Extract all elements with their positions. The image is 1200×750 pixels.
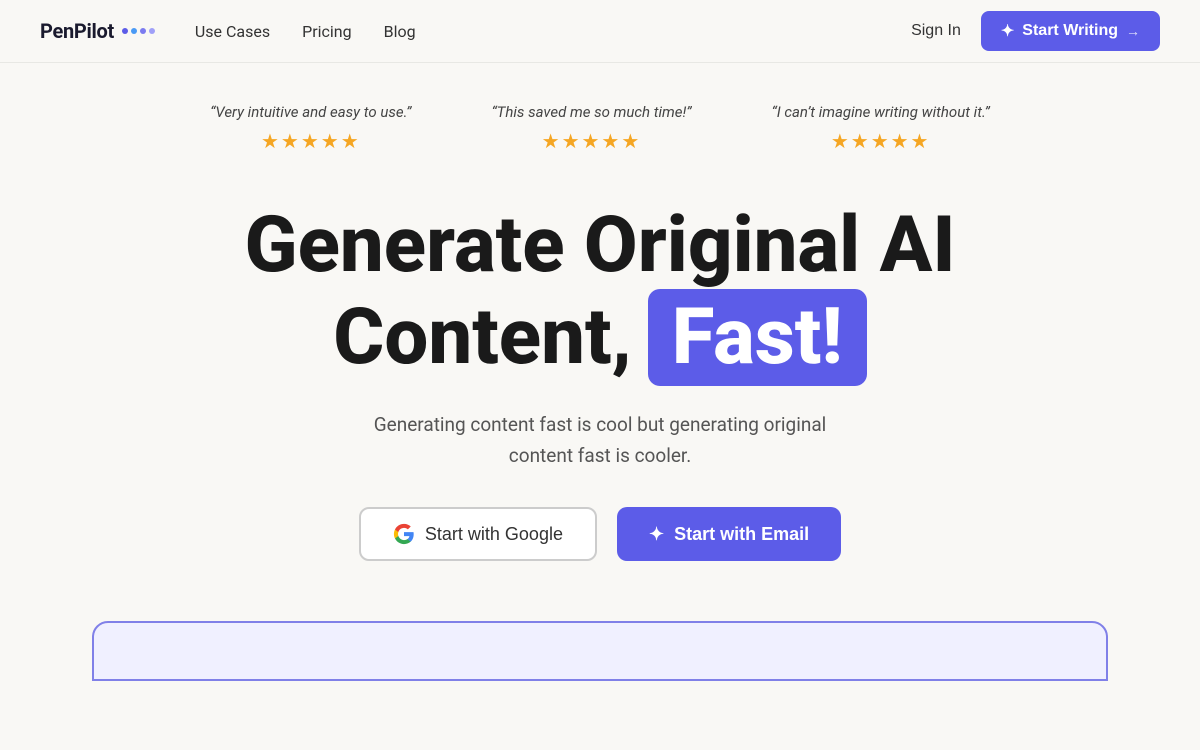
logo-dots — [122, 28, 155, 34]
google-btn-label: Start with Google — [425, 524, 563, 545]
nav-item-use-cases[interactable]: Use Cases — [195, 22, 270, 41]
google-icon — [393, 523, 415, 545]
logo-dot-2 — [131, 28, 137, 34]
spark-icon: ✦ — [1001, 21, 1014, 41]
preview-container — [92, 621, 1108, 681]
start-with-google-button[interactable]: Start with Google — [359, 507, 597, 561]
testimonial-1-stars: ★★★★★ — [210, 129, 411, 153]
cta-buttons: Start with Google ✦ Start with Email — [80, 507, 1120, 561]
testimonial-2-stars: ★★★★★ — [491, 129, 691, 153]
hero-title: Generate Original AI Content, Fast! — [80, 203, 1120, 386]
arrow-icon: → — [1126, 23, 1140, 39]
navbar: PenPilot Use Cases Pricing Blog Sign In … — [0, 0, 1200, 63]
start-writing-button[interactable]: ✦ Start Writing → — [981, 11, 1160, 51]
hero-section: Generate Original AI Content, Fast! Gene… — [0, 173, 1200, 621]
hero-title-line2: Content, Fast! — [80, 289, 1120, 387]
hero-subtitle: Generating content fast is cool but gene… — [80, 410, 1120, 471]
testimonial-3: “I can’t imagine writing without it.” ★★… — [772, 103, 990, 153]
testimonial-1: “Very intuitive and easy to use.” ★★★★★ — [210, 103, 411, 153]
testimonials-section: “Very intuitive and easy to use.” ★★★★★ … — [0, 63, 1200, 173]
logo: PenPilot — [40, 19, 155, 43]
email-btn-label: Start with Email — [674, 524, 809, 545]
start-with-email-button[interactable]: ✦ Start with Email — [617, 507, 841, 561]
sign-in-button[interactable]: Sign In — [911, 22, 961, 40]
email-spark-icon: ✦ — [649, 524, 664, 545]
fast-badge: Fast! — [648, 289, 867, 387]
testimonial-2-text: “This saved me so much time!” — [491, 103, 691, 121]
nav-item-pricing[interactable]: Pricing — [302, 22, 352, 41]
nav-right: Sign In ✦ Start Writing → — [911, 11, 1160, 51]
testimonial-3-stars: ★★★★★ — [772, 129, 990, 153]
testimonial-3-text: “I can’t imagine writing without it.” — [772, 103, 990, 121]
nav-links: Use Cases Pricing Blog — [195, 22, 416, 41]
logo-text: PenPilot — [40, 19, 114, 43]
hero-title-prefix: Content, — [333, 295, 631, 381]
logo-dot-1 — [122, 28, 128, 34]
hero-title-line1: Generate Original AI — [80, 203, 1120, 289]
testimonial-2: “This saved me so much time!” ★★★★★ — [491, 103, 691, 153]
nav-item-blog[interactable]: Blog — [384, 22, 416, 41]
logo-dot-3 — [140, 28, 146, 34]
nav-left: PenPilot Use Cases Pricing Blog — [40, 19, 416, 43]
bottom-preview — [0, 621, 1200, 681]
logo-dot-4 — [149, 28, 155, 34]
testimonial-1-text: “Very intuitive and easy to use.” — [210, 103, 411, 121]
